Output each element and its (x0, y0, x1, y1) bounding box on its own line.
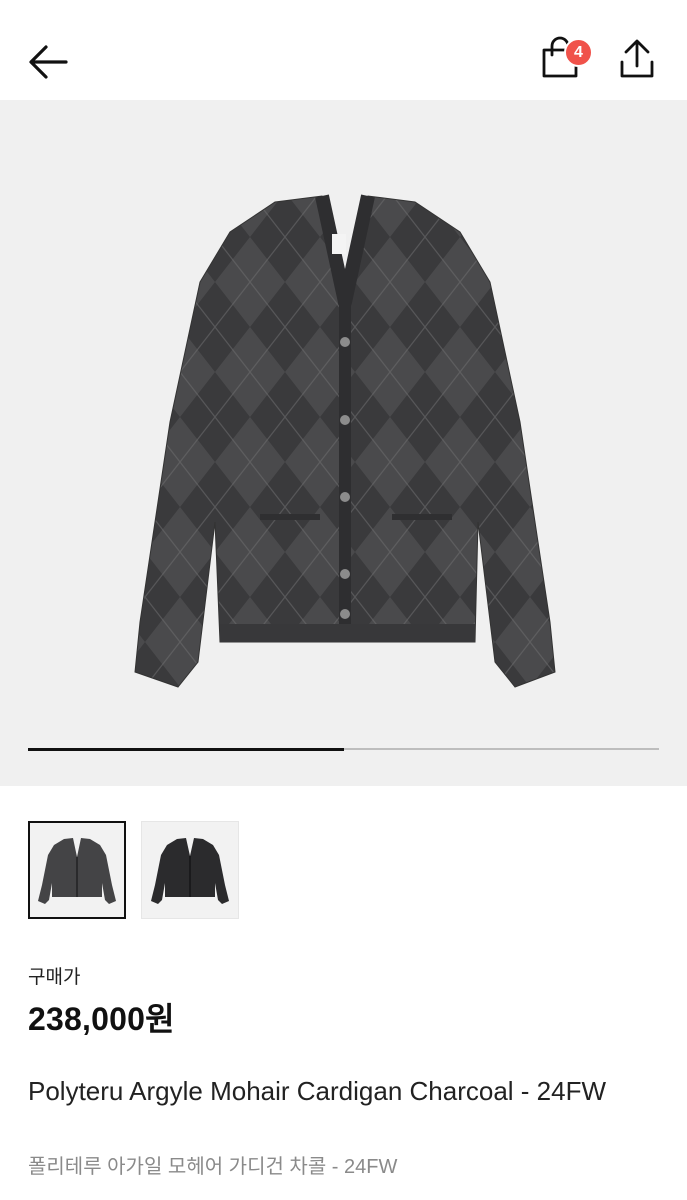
thumbnail-1[interactable] (28, 821, 126, 919)
arrow-left-icon (29, 45, 68, 79)
product-price: 238,000원 (28, 1001, 175, 1037)
top-bar: 4 (0, 0, 687, 100)
back-button[interactable] (22, 36, 74, 88)
thumbnail-image-1 (38, 838, 116, 904)
product-name-english: Polyteru Argyle Mohair Cardigan Charcoal… (28, 1076, 607, 1106)
share-upload-icon (620, 39, 654, 78)
price-label: 구매가 (28, 967, 81, 988)
share-button[interactable] (612, 38, 662, 82)
thumbnail-2[interactable] (141, 821, 239, 919)
cart-button[interactable]: 4 (536, 36, 593, 86)
carousel-progress-fill (28, 747, 344, 751)
thumbnail-image-2 (151, 838, 229, 904)
product-name-korean: 폴리테루 아가일 모헤어 가디건 차콜 - 24FW (28, 1156, 398, 1178)
product-main-image (134, 194, 556, 688)
carousel-progress-bar (28, 747, 659, 751)
cart-count-badge: 4 (564, 38, 593, 67)
product-image-carousel[interactable] (0, 100, 687, 786)
